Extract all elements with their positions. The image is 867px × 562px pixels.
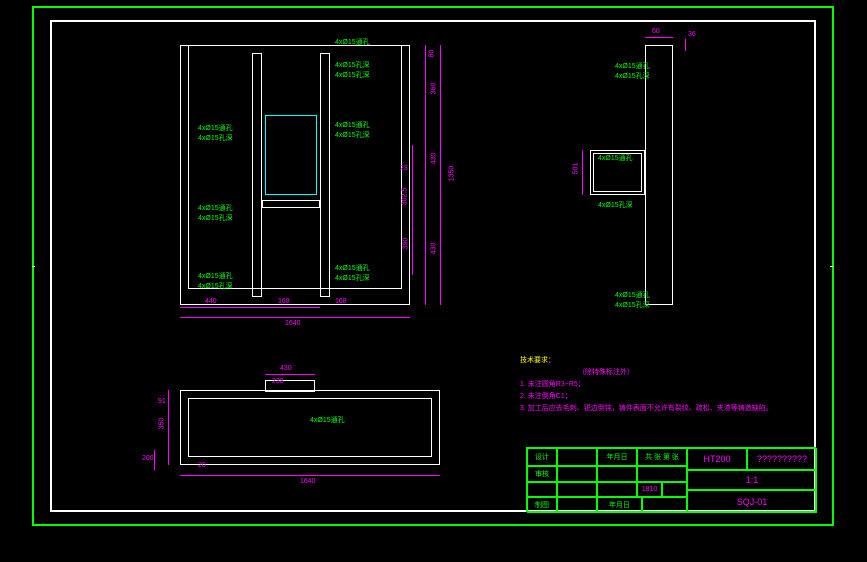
- dimension: 1350: [448, 166, 455, 182]
- note-title: 技术要求：: [520, 355, 810, 365]
- dimension: 430: [280, 365, 292, 372]
- title-block: 设计 年月日 共 张 第 张 审核 1810 制图 年月日 HT200 ????…: [526, 447, 816, 512]
- dimension: 36: [688, 31, 696, 38]
- dimension: 1640: [285, 320, 301, 327]
- hole-label: 4xØ15孔深: [335, 60, 370, 70]
- hole-label: 4xØ15通孔: [598, 153, 633, 163]
- hole-label: 4xØ15孔深: [335, 70, 370, 80]
- hole-label: 4xØ15通孔: [335, 37, 370, 47]
- hole-label: 4xØ15孔深: [615, 71, 650, 81]
- note-line: 2. 未注倒角C1；: [520, 391, 810, 401]
- hole-label: 4xØ15通孔: [310, 415, 345, 425]
- hole-label: 4xØ15孔深: [598, 200, 633, 210]
- tech-notes: 技术要求： （除特殊标注外） 1. 未注圆角R3~R5； 2. 未注倒角C1； …: [520, 355, 810, 413]
- dimension: 440: [205, 298, 217, 305]
- dimension: 23: [400, 165, 408, 172]
- note-line: 1. 未注圆角R3~R5；: [520, 379, 810, 389]
- hole-label: 4xØ15通孔: [198, 271, 233, 281]
- dimension: 430: [430, 243, 437, 255]
- dimension: 60: [652, 28, 660, 35]
- dimension: 430: [430, 153, 437, 165]
- tb-drawing-no: SQJ-01: [687, 490, 817, 513]
- dimension: 360: [430, 83, 437, 95]
- note-line: 3. 加工后应去毛刺、锐边倒钝，铸件表面不允许有裂纹、疏松、夹渣等铸造缺陷。: [520, 403, 810, 413]
- tb-date: 年月日: [597, 448, 637, 466]
- hole-label: 4xØ15孔深: [198, 281, 233, 291]
- dimension: 501: [572, 163, 579, 175]
- hole-label: 4xØ15通孔: [198, 203, 233, 213]
- hole-label: 4xØ15孔深: [335, 130, 370, 140]
- hole-label: 4xØ15孔深: [615, 300, 650, 310]
- dimension: 1640: [300, 478, 316, 485]
- tb-scale: 1:1: [687, 470, 817, 490]
- ruler-tick: [32, 266, 35, 267]
- front-view: 4xØ15通孔 4xØ15孔深 4xØ15通孔 4xØ15孔深 4xØ15通孔 …: [180, 45, 410, 305]
- hole-label: 4xØ15通孔: [615, 61, 650, 71]
- hole-label: 4xØ15孔深: [335, 273, 370, 283]
- tb-qty: 共 张 第 张: [637, 448, 687, 466]
- dimension: 238: [272, 378, 284, 385]
- hole-label: 4xØ15通孔: [335, 263, 370, 273]
- dimension: 200: [142, 455, 154, 462]
- tb-checked: 审核: [527, 466, 557, 482]
- dimension: 390: [402, 238, 409, 250]
- dimension: 80: [428, 50, 435, 58]
- note-line: （除特殊标注外）: [578, 367, 867, 377]
- side-view: 4xØ15通孔 4xØ15孔深 4xØ15通孔 4xØ15孔深 4xØ15通孔 …: [570, 45, 760, 305]
- hole-label: 4xØ15通孔: [335, 120, 370, 130]
- dimension: 20: [198, 462, 206, 469]
- dimension: 302.5: [401, 188, 408, 206]
- tb-sheet: 1810: [637, 482, 662, 497]
- ruler-tick: [830, 266, 833, 267]
- hole-label: 4xØ15孔深: [198, 213, 233, 223]
- dimension: 168: [335, 298, 347, 305]
- hole-label: 4xØ15孔深: [198, 133, 233, 143]
- dimension: 350: [158, 418, 165, 430]
- tb-company: ??????????: [747, 448, 817, 470]
- top-view: 4xØ15通孔 1640 350 91 200 430 238 20: [180, 380, 440, 480]
- dimension: 168: [278, 298, 290, 305]
- hole-label: 4xØ15通孔: [198, 123, 233, 133]
- tb-material: HT200: [687, 448, 747, 470]
- tb-date2: 年月日: [597, 497, 642, 513]
- tb-designed: 设计: [527, 448, 557, 466]
- dimension: 91: [158, 398, 166, 405]
- hole-label: 4xØ15通孔: [615, 290, 650, 300]
- tb-drawn: 制图: [527, 497, 557, 513]
